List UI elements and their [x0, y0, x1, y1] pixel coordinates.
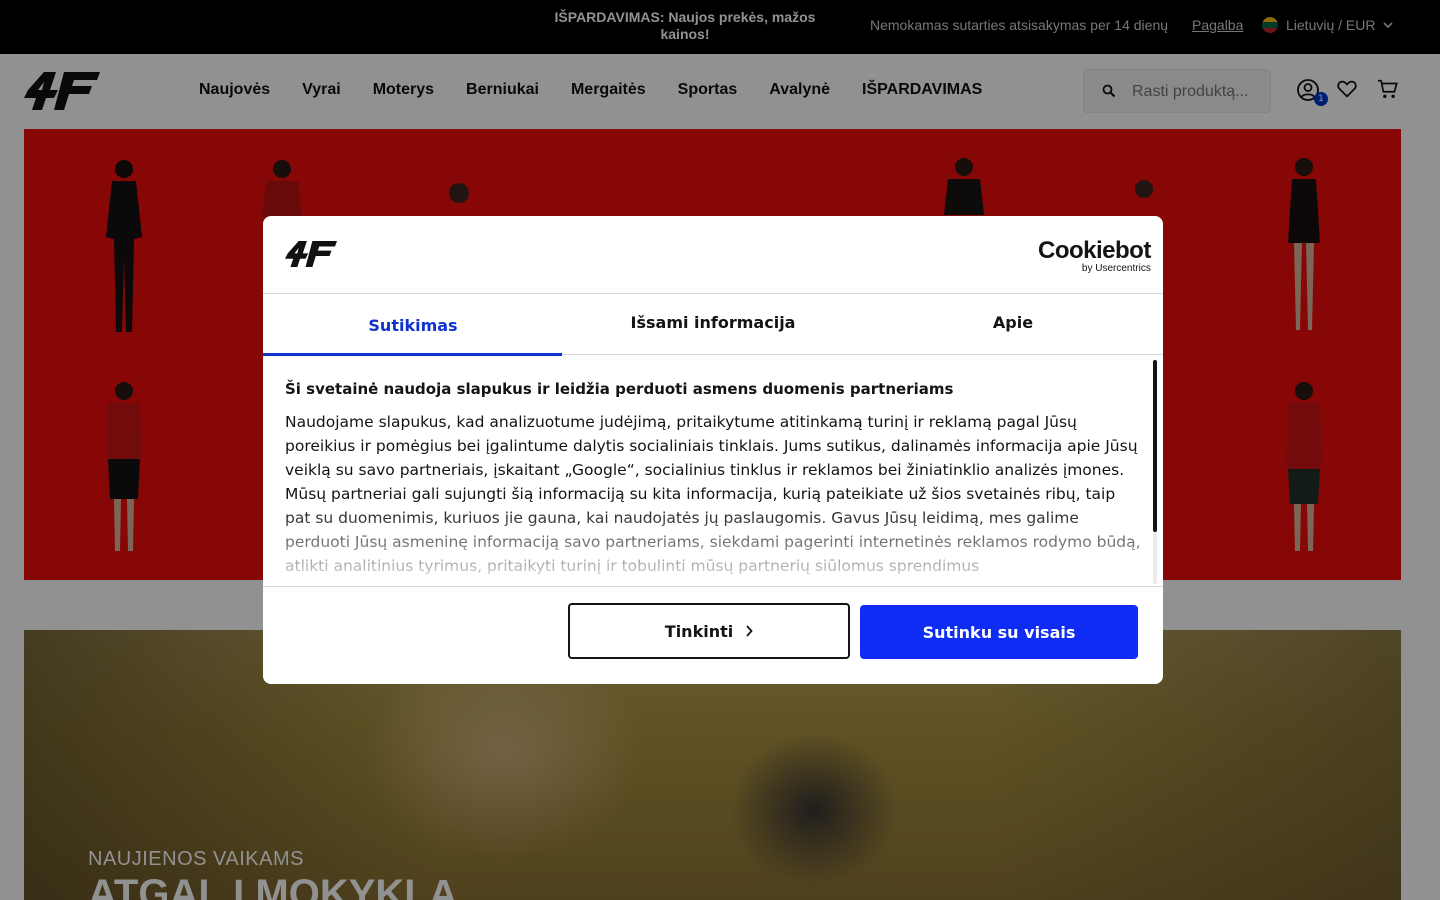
- dialog-tabs: Sutikimas Išsami informacija Apie: [263, 294, 1163, 356]
- cookie-consent-dialog: Cookiebot by Usercentrics Sutikimas Išsa…: [263, 216, 1163, 684]
- text-fade: [263, 506, 1153, 586]
- accept-all-button[interactable]: Sutinku su visais: [860, 605, 1138, 659]
- dialog-body: Ši svetainė naudoja slapukus ir leidžia …: [263, 356, 1163, 586]
- consent-heading: Ši svetainė naudoja slapukus ir leidžia …: [285, 380, 954, 398]
- tab-sutikimas[interactable]: Sutikimas: [263, 294, 563, 356]
- 4f-logo: [285, 241, 337, 267]
- chevron-right-icon: [746, 625, 753, 637]
- tab-issami-informacija[interactable]: Išsami informacija: [563, 294, 863, 355]
- dialog-header: Cookiebot by Usercentrics: [263, 216, 1163, 294]
- customize-button[interactable]: Tinkinti: [568, 603, 850, 659]
- dialog-scrollbar[interactable]: [1153, 360, 1157, 584]
- dialog-footer: Tinkinti Sutinku su visais: [263, 586, 1163, 684]
- cookiebot-logo[interactable]: Cookiebot by Usercentrics: [1038, 238, 1151, 274]
- tab-apie[interactable]: Apie: [863, 294, 1163, 355]
